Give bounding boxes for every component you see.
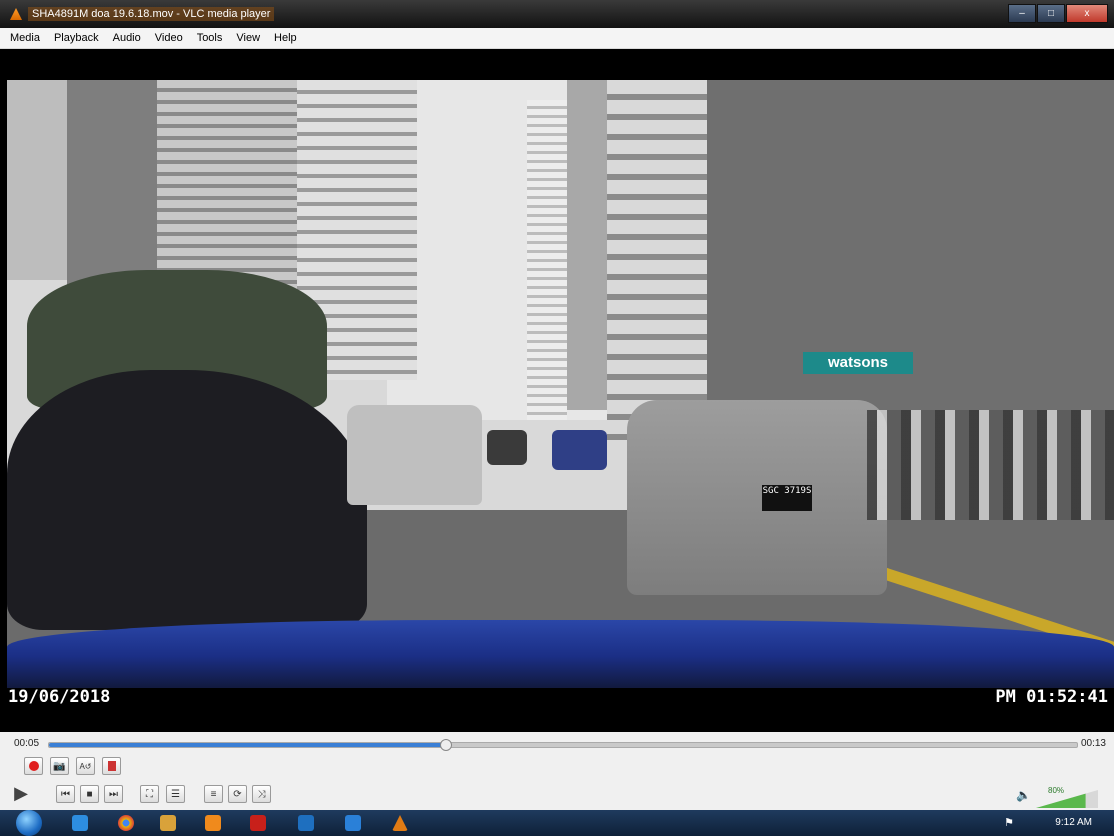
vpn-icon[interactable] — [345, 815, 361, 831]
snapshot-button[interactable]: 📷 — [50, 757, 69, 775]
ab-loop-icon: A↺ — [79, 761, 92, 771]
previous-button[interactable]: ⏮ — [56, 785, 75, 803]
playlist-button[interactable]: ≡ — [204, 785, 223, 803]
menu-audio[interactable]: Audio — [106, 32, 148, 44]
maximize-button[interactable]: □ — [1037, 4, 1065, 23]
frame-step-icon — [107, 761, 116, 771]
seek-handle[interactable] — [439, 739, 452, 751]
menu-playback[interactable]: Playback — [47, 32, 106, 44]
playback-controls: 00:05 00:13 📷 A↺ ▶ ⏮ ■ ⏭ ⛶ ☰ ≡ ⟳ ⤨ 🔈 80% — [0, 732, 1114, 810]
menu-media[interactable]: Media — [0, 32, 47, 44]
record-icon — [28, 761, 39, 771]
shuffle-button[interactable]: ⤨ — [252, 785, 271, 803]
vlc-taskbar-icon[interactable] — [392, 815, 408, 831]
previous-icon: ⏮ — [61, 788, 70, 800]
seek-bar[interactable] — [48, 739, 1078, 751]
play-button[interactable]: ▶ — [10, 782, 32, 804]
ie-icon[interactable] — [72, 815, 88, 831]
menu-help[interactable]: Help — [267, 32, 304, 44]
building-distant-1 — [527, 100, 567, 420]
total-time: 00:13 — [1080, 738, 1106, 749]
building-tower-1 — [67, 80, 157, 300]
extended-settings-button[interactable]: ☰ — [166, 785, 185, 803]
video-area[interactable]: watsons SGC 3719S 19/06/2018 PM 01:52:41 — [0, 49, 1114, 732]
windows-taskbar: ⚑ 9:12 AM — [0, 810, 1114, 836]
fullscreen-icon: ⛶ — [146, 788, 153, 800]
equalizer-icon: ☰ — [171, 788, 180, 800]
menu-video[interactable]: Video — [148, 32, 190, 44]
close-button[interactable]: x — [1066, 4, 1108, 23]
explorer-icon[interactable] — [160, 815, 176, 831]
license-plate: SGC 3719S — [762, 485, 812, 511]
car-black-left — [7, 370, 367, 630]
frame-step-button[interactable] — [102, 757, 121, 775]
window-title: SHA4891M doa 19.6.18.mov - VLC media pla… — [28, 7, 275, 21]
taskbar-clock[interactable]: 9:12 AM — [1055, 817, 1092, 828]
title-bar: SHA4891M doa 19.6.18.mov - VLC media pla… — [0, 0, 1114, 28]
record-button[interactable] — [24, 757, 43, 775]
building-left — [7, 80, 67, 280]
minimize-button[interactable]: – — [1008, 4, 1036, 23]
stop-icon: ■ — [86, 788, 93, 800]
outlook-icon[interactable] — [298, 815, 314, 831]
chrome-icon[interactable] — [118, 815, 134, 831]
play-icon: ▶ — [14, 782, 28, 803]
speaker-icon[interactable]: 🔈 — [1016, 788, 1031, 802]
video-frame: watsons SGC 3719S — [7, 80, 1114, 688]
menu-bar: Media Playback Audio Video Tools View He… — [0, 28, 1114, 49]
loop-ab-button[interactable]: A↺ — [76, 757, 95, 775]
volume-slider[interactable] — [1036, 790, 1098, 808]
car-blue-distant — [552, 430, 607, 470]
camera-icon: 📷 — [53, 760, 66, 772]
car-white-suv — [347, 405, 482, 505]
menu-tools[interactable]: Tools — [190, 32, 230, 44]
shuffle-icon: ⤨ — [257, 788, 266, 800]
playlist-icon: ≡ — [210, 788, 217, 800]
seek-progress — [49, 743, 445, 747]
fullscreen-button[interactable]: ⛶ — [140, 785, 159, 803]
start-orb-icon[interactable] — [16, 810, 42, 836]
notification-flag-icon[interactable]: ⚑ — [1004, 816, 1014, 829]
next-icon: ⏭ — [109, 788, 118, 800]
building-right-1 — [607, 80, 717, 440]
window-controls: – □ x — [1008, 4, 1108, 23]
volume-level — [1036, 793, 1086, 808]
elapsed-time: 00:05 — [14, 738, 40, 749]
vlc-cone-icon — [10, 8, 22, 20]
loop-icon: ⟳ — [233, 788, 242, 800]
time-overlay: PM 01:52:41 — [995, 687, 1108, 707]
pedestrians — [867, 410, 1114, 520]
car-silver-front — [627, 400, 887, 595]
car-dark-distant — [487, 430, 527, 465]
acrobat-icon[interactable] — [250, 815, 266, 831]
media-icon[interactable] — [205, 815, 221, 831]
loop-button[interactable]: ⟳ — [228, 785, 247, 803]
stop-button[interactable]: ■ — [80, 785, 99, 803]
watsons-sign: watsons — [803, 352, 913, 374]
menu-view[interactable]: View — [229, 32, 267, 44]
car-dashboard — [7, 620, 1114, 688]
next-button[interactable]: ⏭ — [104, 785, 123, 803]
date-overlay: 19/06/2018 — [8, 687, 111, 707]
